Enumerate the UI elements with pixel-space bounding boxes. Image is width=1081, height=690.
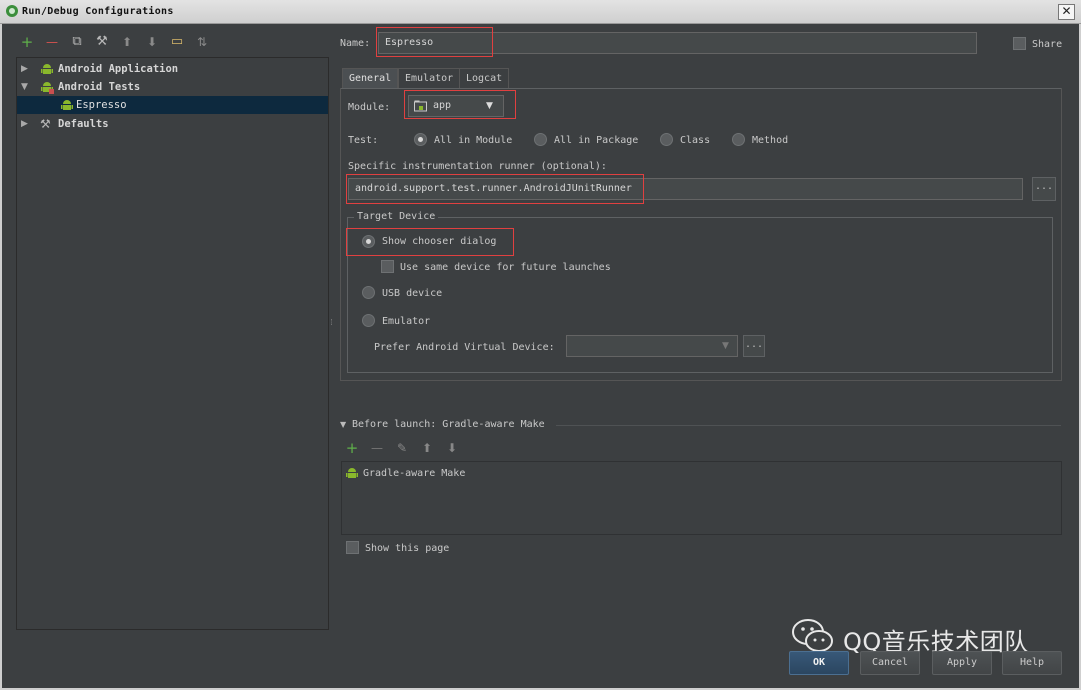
show-page-label: Show this page [365, 543, 450, 554]
splitter-handle[interactable]: ⁞ [329, 319, 334, 340]
android-studio-icon [6, 5, 18, 17]
list-item-label: Gradle-aware Make [363, 468, 466, 479]
tree-item-label: Android Application [58, 63, 179, 75]
radio-label-usb-device: USB device [382, 288, 443, 299]
window-title: Run/Debug Configurations [22, 6, 174, 17]
tree-item-label: Defaults [58, 118, 109, 130]
radio-class[interactable] [660, 133, 673, 146]
close-icon[interactable]: ✕ [1058, 4, 1075, 20]
sort-icon[interactable]: ⇅ [193, 33, 211, 51]
move-down-icon[interactable]: ⬇ [443, 439, 461, 457]
radio-method[interactable] [732, 133, 745, 146]
share-label: Share [1032, 39, 1063, 50]
edit-icon[interactable]: ✎ [393, 439, 411, 457]
collapse-arrow-icon[interactable]: ▼ [340, 420, 346, 429]
target-device-title: Target Device [354, 211, 439, 222]
avd-browse-button[interactable]: ... [743, 335, 765, 357]
tree-item-label: Android Tests [58, 81, 141, 93]
expand-arrow-icon[interactable]: ▶ [21, 119, 28, 129]
tree-item-defaults[interactable]: ▶ ⚒ Defaults [17, 115, 328, 133]
same-device-checkbox[interactable] [381, 260, 394, 273]
chevron-down-icon[interactable]: ▼ [722, 341, 729, 351]
configuration-tree[interactable]: ▶ Android Application ▼ Android Tests Es… [16, 57, 329, 630]
name-label: Name: [340, 38, 371, 49]
radio-label-show-chooser: Show chooser dialog [382, 236, 497, 247]
radio-emulator[interactable] [362, 314, 375, 327]
remove-icon[interactable]: — [368, 439, 386, 457]
module-label: Module: [348, 102, 391, 113]
before-launch-title: Before launch: Gradle-aware Make [352, 419, 545, 430]
show-page-checkbox[interactable] [346, 541, 359, 554]
tree-item-espresso[interactable]: Espresso [17, 96, 328, 114]
tree-item-label: Espresso [76, 99, 127, 111]
runner-browse-button[interactable]: ... [1032, 177, 1056, 201]
runner-label: Specific instrumentation runner (optiona… [348, 161, 607, 172]
avd-select[interactable] [566, 335, 738, 357]
wechat-logo [792, 619, 833, 652]
runner-input[interactable]: android.support.test.runner.AndroidJUnit… [348, 178, 1023, 200]
android-test-icon [61, 100, 73, 110]
share-checkbox[interactable] [1013, 37, 1026, 50]
list-item[interactable]: Gradle-aware Make [343, 464, 1060, 482]
wrench-icon: ⚒ [40, 117, 51, 131]
radio-label-all-in-module: All in Module [434, 135, 513, 146]
android-icon [346, 468, 358, 478]
ok-button[interactable]: OK [789, 651, 849, 675]
tab-general[interactable]: General [342, 68, 399, 88]
radio-label-emulator: Emulator [382, 316, 431, 327]
tab-logcat[interactable]: Logcat [459, 68, 510, 88]
tree-item-android-tests[interactable]: ▼ Android Tests [17, 78, 328, 96]
move-down-icon[interactable]: ⬇ [143, 33, 161, 51]
prefer-avd-label: Prefer Android Virtual Device: [374, 342, 555, 353]
move-up-icon[interactable]: ⬆ [418, 439, 436, 457]
expand-arrow-icon[interactable]: ▶ [21, 64, 28, 74]
module-folder-icon [414, 100, 427, 112]
move-up-icon[interactable]: ⬆ [118, 33, 136, 51]
window-title-bar[interactable]: Run/Debug Configurations [0, 0, 1081, 24]
android-test-icon [41, 82, 54, 94]
chevron-down-icon[interactable]: ▼ [486, 101, 493, 111]
apply-button[interactable]: Apply [932, 651, 992, 675]
help-button[interactable]: Help [1002, 651, 1062, 675]
name-input[interactable]: Espresso [378, 32, 977, 54]
add-icon[interactable]: + [343, 439, 361, 457]
tree-item-android-application[interactable]: ▶ Android Application [17, 60, 328, 78]
radio-label-method: Method [752, 135, 789, 146]
radio-label-class: Class [680, 135, 711, 146]
folder-icon[interactable]: ▭ [168, 33, 186, 51]
radio-all-in-package[interactable] [534, 133, 547, 146]
before-launch-list[interactable]: Gradle-aware Make [341, 461, 1062, 535]
remove-icon[interactable]: — [43, 33, 61, 51]
android-icon [41, 64, 53, 74]
cancel-button[interactable]: Cancel [860, 651, 920, 675]
radio-show-chooser[interactable] [362, 235, 375, 248]
same-device-label: Use same device for future launches [400, 262, 611, 273]
add-icon[interactable]: + [18, 33, 36, 51]
radio-label-all-in-package: All in Package [554, 135, 639, 146]
copy-icon[interactable]: ⧉ [68, 33, 86, 51]
before-launch-divider [556, 425, 1061, 426]
radio-usb-device[interactable] [362, 286, 375, 299]
radio-all-in-module[interactable] [414, 133, 427, 146]
edit-defaults-icon[interactable]: ⚒ [93, 33, 111, 51]
collapse-arrow-icon[interactable]: ▼ [21, 82, 28, 92]
test-label: Test: [348, 135, 379, 146]
tab-emulator[interactable]: Emulator [398, 68, 461, 88]
